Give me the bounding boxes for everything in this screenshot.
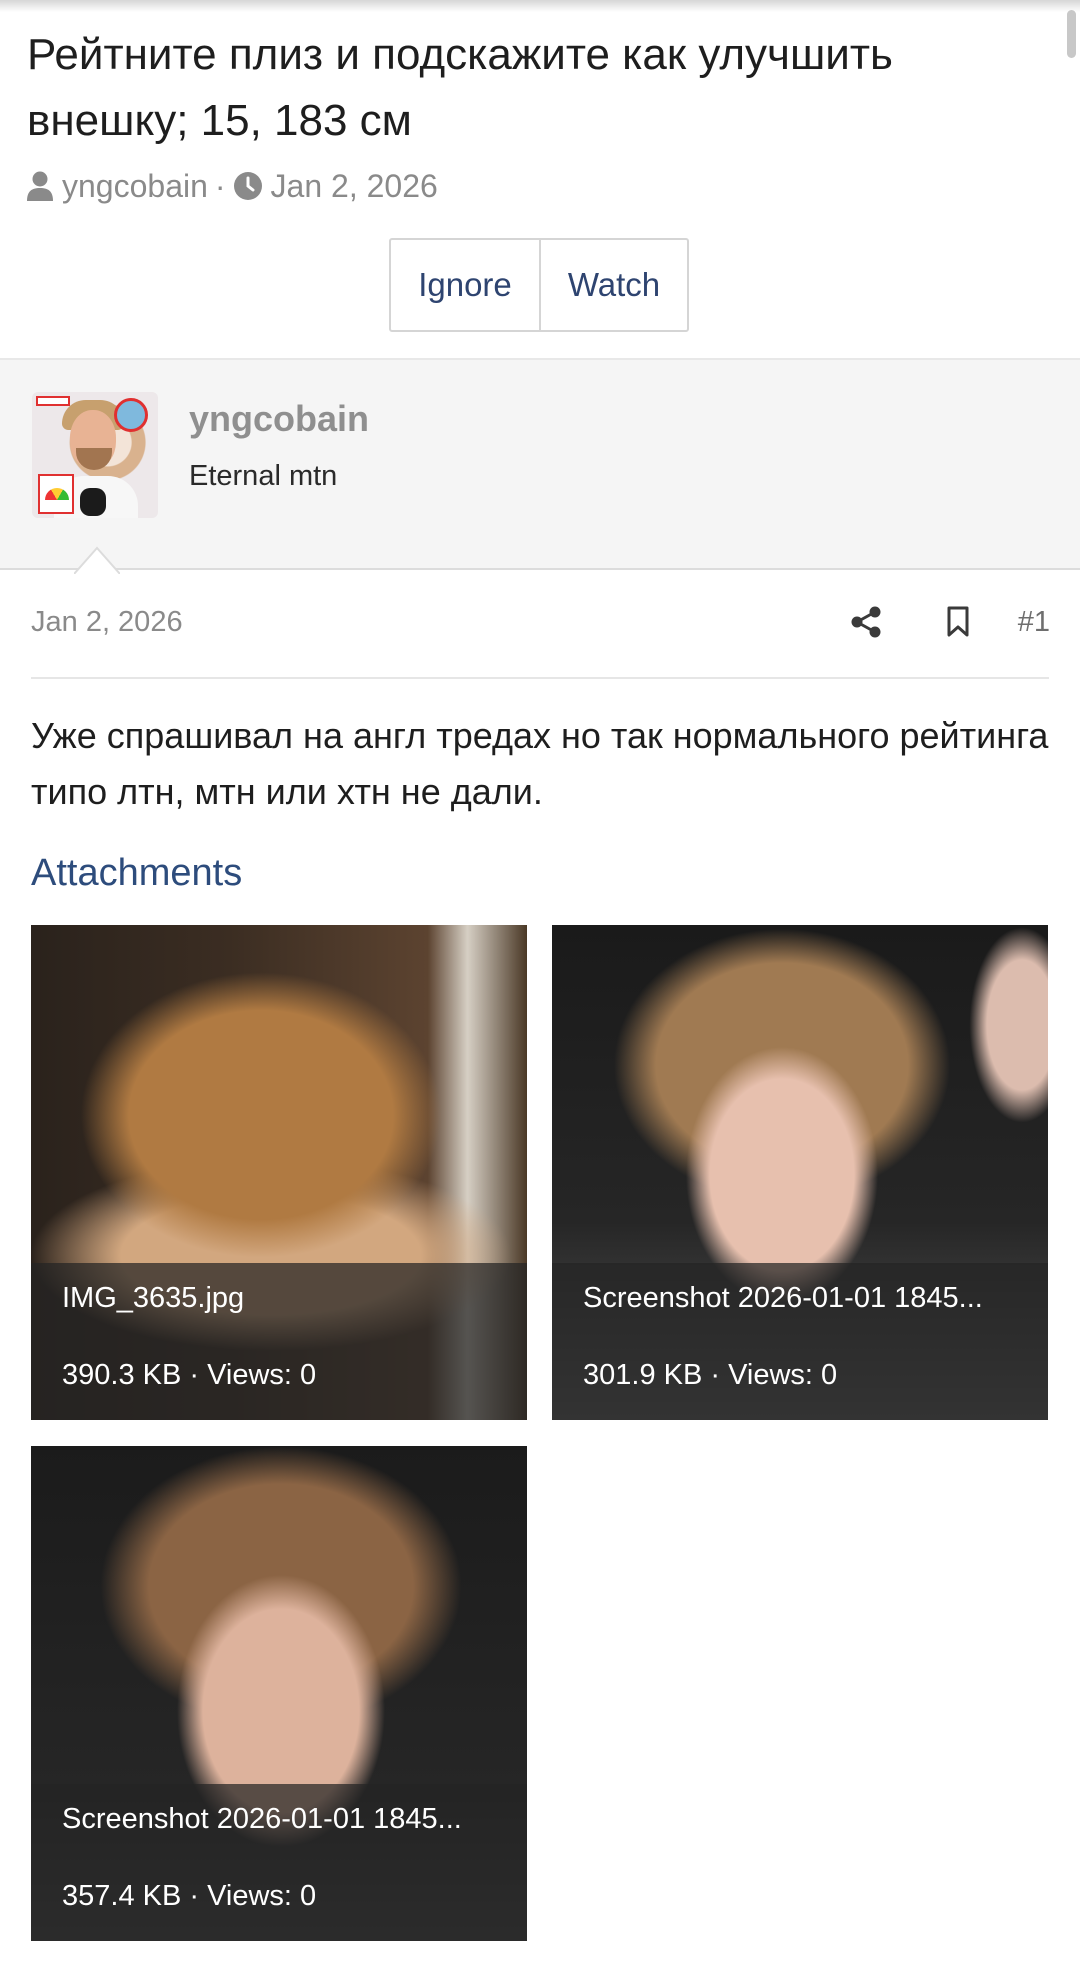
attachment-meta: 357.4 KB · Views: 0	[62, 1880, 317, 1912]
thread-date-link[interactable]: Jan 2, 2026	[271, 168, 438, 205]
scrollbar[interactable]	[1067, 10, 1076, 58]
attachment-filename: Screenshot 2026-01-01 1845...	[583, 1282, 983, 1314]
thread-action-buttons: Ignore Watch	[389, 238, 689, 332]
attachments-heading: Attachments	[31, 852, 243, 894]
watch-button[interactable]: Watch	[539, 240, 687, 330]
attachment-thumbnail[interactable]: Screenshot 2026-01-01 1845... 357.4 KB ·…	[31, 1446, 527, 1941]
attachment-filename: Screenshot 2026-01-01 1845...	[62, 1803, 462, 1835]
post-divider	[31, 677, 1049, 679]
user-icon	[26, 171, 54, 201]
attachment-meta: 390.3 KB · Views: 0	[62, 1359, 317, 1391]
thread-author-link[interactable]: yngcobain	[62, 168, 208, 205]
post-number-link[interactable]: #1	[1018, 606, 1050, 639]
top-shadow	[0, 0, 1080, 12]
ignore-button[interactable]: Ignore	[391, 240, 539, 330]
meta-separator: ·	[214, 167, 226, 204]
attachment-thumbnail[interactable]: IMG_3635.jpg 390.3 KB · Views: 0	[31, 925, 527, 1420]
bookmark-icon[interactable]	[938, 606, 978, 638]
post-date-link[interactable]: Jan 2, 2026	[31, 606, 183, 639]
post-actions: #1	[846, 598, 1050, 646]
thread-meta: yngcobain · Jan 2, 2026	[26, 166, 438, 206]
avatar[interactable]	[32, 392, 158, 518]
thread-title: Рейтните плиз и подскажите как улучшить …	[27, 30, 893, 145]
post-user-block: yngcobain Eternal mtn	[0, 358, 1080, 574]
share-icon[interactable]	[846, 606, 886, 638]
arrow-up-icon	[74, 546, 120, 574]
attachment-meta: 301.9 KB · Views: 0	[583, 1359, 838, 1391]
post-username[interactable]: yngcobain	[189, 398, 369, 440]
attachment-filename: IMG_3635.jpg	[62, 1282, 245, 1314]
post-body-text: Уже спрашивал на англ тредах но так норм…	[31, 715, 1049, 812]
user-title: Eternal mtn	[189, 460, 338, 492]
clock-icon	[233, 171, 263, 201]
attachment-thumbnail[interactable]: Screenshot 2026-01-01 1845... 301.9 KB ·…	[552, 925, 1048, 1420]
